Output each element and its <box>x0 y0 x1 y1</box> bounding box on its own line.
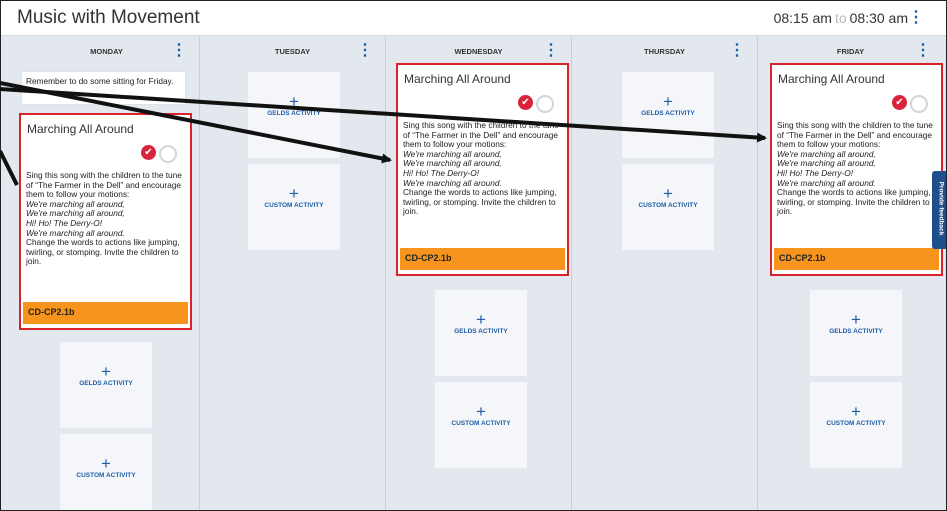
activity-title: Marching All Around <box>778 72 885 86</box>
standard-tag: CD-CP2.1b <box>774 248 939 270</box>
planner-window: Music with Movement 08:15 am to 08:30 am ⋮… <box>0 0 947 511</box>
column-more-icon[interactable]: ⋮ <box>171 43 187 59</box>
header-more-icon[interactable]: ⋮ <box>908 10 924 26</box>
reminder-note[interactable]: Remember to do some sitting for Friday. <box>21 71 186 105</box>
activity-intro: Sing this song with the children to the … <box>26 170 182 200</box>
activity-title: Marching All Around <box>27 122 134 136</box>
tile-label: CUSTOM ACTIVITY <box>638 202 698 209</box>
tile-label: CUSTOM ACTIVITY <box>264 202 324 209</box>
plus-icon: + <box>663 92 673 111</box>
column-more-icon[interactable]: ⋮ <box>729 43 745 59</box>
column-header: WEDNESDAY ⋮ <box>386 36 571 62</box>
standard-tag: CD-CP2.1b <box>400 248 565 270</box>
activity-description: Sing this song with the children to the … <box>777 120 937 217</box>
toggle-circle-icon[interactable] <box>536 95 554 113</box>
standard-code: CD-CP2.1b <box>779 253 826 263</box>
toggle-circle-icon[interactable] <box>159 145 177 163</box>
plus-icon: + <box>476 310 486 329</box>
plus-icon: + <box>101 454 111 473</box>
toggle-circle-icon[interactable] <box>910 95 928 113</box>
add-custom-activity-thursday[interactable]: + CUSTOM ACTIVITY <box>621 163 715 251</box>
tile-label: GELDS ACTIVITY <box>641 110 695 117</box>
column-header: FRIDAY ⋮ <box>758 36 943 62</box>
tile-label: GELDS ACTIVITY <box>829 328 883 335</box>
add-gelds-activity-thursday[interactable]: + GELDS ACTIVITY <box>621 71 715 159</box>
end-time: 08:30 am <box>849 10 908 26</box>
standard-code: CD-CP2.1b <box>405 253 452 263</box>
add-gelds-activity-monday[interactable]: + GELDS ACTIVITY <box>59 341 153 429</box>
tile-label: CUSTOM ACTIVITY <box>76 472 136 479</box>
plus-icon: + <box>663 184 673 203</box>
plus-icon: + <box>101 362 111 381</box>
check-icon[interactable]: ✔ <box>892 95 907 110</box>
plus-icon: + <box>289 92 299 111</box>
activity-intro: Sing this song with the children to the … <box>777 120 933 150</box>
add-gelds-activity-friday[interactable]: + GELDS ACTIVITY <box>809 289 903 377</box>
tile-label: GELDS ACTIVITY <box>79 380 133 387</box>
column-more-icon[interactable]: ⋮ <box>357 43 373 59</box>
feedback-tab[interactable]: Provide feedback <box>932 171 946 249</box>
tile-label: GELDS ACTIVITY <box>267 110 321 117</box>
activity-card[interactable]: Marching All Around ✔ Sing this song wit… <box>19 113 192 330</box>
time-separator: to <box>834 10 847 26</box>
column-header: MONDAY ⋮ <box>14 36 199 62</box>
time-range[interactable]: 08:15 am to 08:30 am <box>774 10 908 26</box>
activity-outro: Change the words to actions like jumping… <box>777 187 931 217</box>
column-header: THURSDAY ⋮ <box>572 36 757 62</box>
activity-card[interactable]: Marching All Around ✔ Sing this song wit… <box>396 63 569 276</box>
check-icon[interactable]: ✔ <box>141 145 156 160</box>
column-more-icon[interactable]: ⋮ <box>543 43 559 59</box>
standard-code: CD-CP2.1b <box>28 307 75 317</box>
page-title: Music with Movement <box>17 7 200 28</box>
add-gelds-activity-wednesday[interactable]: + GELDS ACTIVITY <box>434 289 528 377</box>
add-gelds-activity-tuesday[interactable]: + GELDS ACTIVITY <box>247 71 341 159</box>
column-header: TUESDAY ⋮ <box>200 36 385 62</box>
header-bar: Music with Movement 08:15 am to 08:30 am ⋮ <box>1 1 946 36</box>
tile-label: CUSTOM ACTIVITY <box>451 420 511 427</box>
activity-intro: Sing this song with the children to the … <box>403 120 559 150</box>
activity-outro: Change the words to actions like jumping… <box>26 237 180 267</box>
start-time: 08:15 am <box>773 10 832 26</box>
plus-icon: + <box>476 402 486 421</box>
tile-label: GELDS ACTIVITY <box>454 328 508 335</box>
add-custom-activity-wednesday[interactable]: + CUSTOM ACTIVITY <box>434 381 528 469</box>
activity-card[interactable]: Marching All Around ✔ Sing this song wit… <box>770 63 943 276</box>
check-icon[interactable]: ✔ <box>518 95 533 110</box>
add-custom-activity-friday[interactable]: + CUSTOM ACTIVITY <box>809 381 903 469</box>
tile-label: CUSTOM ACTIVITY <box>826 420 886 427</box>
activity-description: Sing this song with the children to the … <box>26 170 186 267</box>
plus-icon: + <box>289 184 299 203</box>
add-custom-activity-monday[interactable]: + CUSTOM ACTIVITY <box>59 433 153 510</box>
activity-title: Marching All Around <box>404 72 511 86</box>
column-more-icon[interactable]: ⋮ <box>915 43 931 59</box>
standard-tag: CD-CP2.1b <box>23 302 188 324</box>
activity-outro: Change the words to actions like jumping… <box>403 187 557 217</box>
feedback-label: Provide feedback <box>937 181 945 236</box>
plus-icon: + <box>851 310 861 329</box>
plus-icon: + <box>851 402 861 421</box>
activity-description: Sing this song with the children to the … <box>403 120 563 217</box>
add-custom-activity-tuesday[interactable]: + CUSTOM ACTIVITY <box>247 163 341 251</box>
